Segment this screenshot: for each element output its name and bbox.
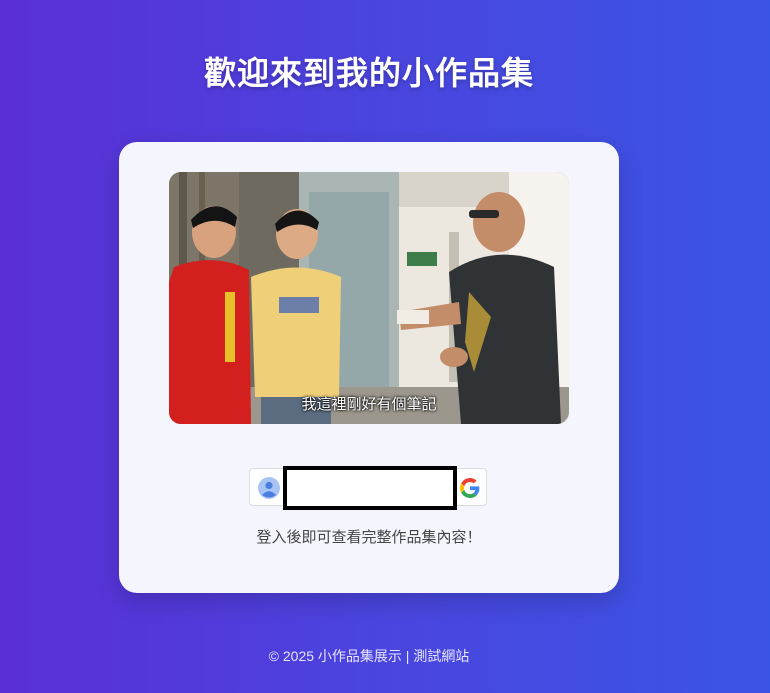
- portfolio-card: 我這裡剛好有個筆記 登入後即可查看完整作品集內容！: [119, 142, 619, 593]
- sign-in-with-google-widget[interactable]: [249, 466, 487, 510]
- user-avatar-icon: [258, 477, 280, 499]
- video-subtitle: 我這裡剛好有個筆記: [301, 396, 437, 413]
- footer-text: © 2025 小作品集展示 | 測試網站: [268, 648, 470, 664]
- login-hint-text: 登入後即可查看完整作品集內容！: [256, 529, 482, 546]
- google-icon: [460, 478, 480, 498]
- page-title: 歡迎來到我的小作品集: [203, 55, 534, 91]
- redacted-account-name[interactable]: [283, 466, 457, 510]
- video-still-image: 我這裡剛好有個筆記: [169, 172, 569, 424]
